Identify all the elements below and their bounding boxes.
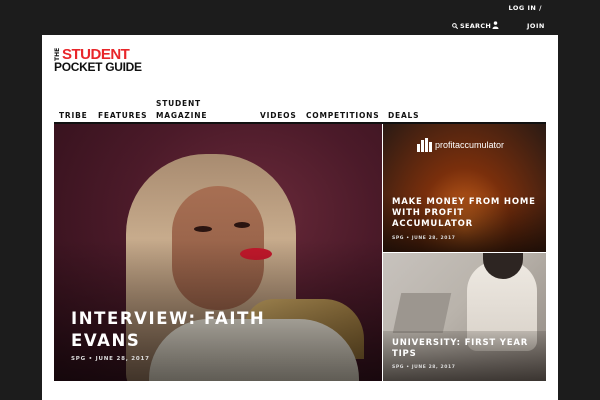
- nav-item-videos[interactable]: VIDEOS: [260, 110, 297, 122]
- hero-title[interactable]: INTERVIEW: FAITH EVANS: [71, 308, 331, 352]
- card-title[interactable]: UNIVERSITY: FIRST YEAR TIPS: [392, 338, 542, 360]
- hero-article[interactable]: INTERVIEW: FAITH EVANS SPG • JUNE 28, 20…: [54, 124, 382, 381]
- brand-name: profitaccumulator: [435, 140, 505, 150]
- nav-item-tribe[interactable]: TRIBE: [59, 110, 88, 122]
- bar-chart-icon: [417, 138, 432, 152]
- card-meta: SPG • JUNE 28, 2017: [392, 236, 456, 241]
- card-image-laptop: [392, 293, 452, 333]
- article-card-university[interactable]: UNIVERSITY: FIRST YEAR TIPS SPG • JUNE 2…: [383, 253, 546, 381]
- nav-item-student-magazine[interactable]: STUDENT MAGAZINE: [156, 98, 216, 122]
- card-title[interactable]: MAKE MONEY FROM HOME WITH PROFIT ACCUMUL…: [392, 197, 542, 230]
- search-label: SEARCH: [460, 22, 492, 30]
- search-icon: [452, 23, 458, 29]
- profit-accumulator-logo: profitaccumulator: [417, 138, 504, 152]
- login-link[interactable]: LOG IN /: [508, 4, 542, 12]
- nav-item-deals[interactable]: DEALS: [388, 110, 419, 122]
- page-container: THE STUDENT POCKET GUIDE TRIBE FEATURES …: [42, 35, 558, 400]
- join-link[interactable]: JOIN: [527, 22, 545, 30]
- site-logo[interactable]: THE STUDENT POCKET GUIDE: [54, 46, 154, 76]
- nav-item-features[interactable]: FEATURES: [98, 110, 147, 122]
- card-meta: SPG • JUNE 28, 2017: [392, 365, 456, 370]
- logo-line-2: POCKET GUIDE: [54, 60, 142, 74]
- user-icon[interactable]: [492, 21, 499, 29]
- article-card-profit-accumulator[interactable]: profitaccumulator MAKE MONEY FROM HOME W…: [383, 124, 546, 252]
- search-button[interactable]: SEARCH: [452, 22, 491, 30]
- top-bar: LOG IN / SEARCH JOIN: [0, 0, 600, 35]
- nav-item-competitions[interactable]: COMPETITIONS: [306, 110, 379, 122]
- hero-meta: SPG • JUNE 28, 2017: [71, 356, 150, 362]
